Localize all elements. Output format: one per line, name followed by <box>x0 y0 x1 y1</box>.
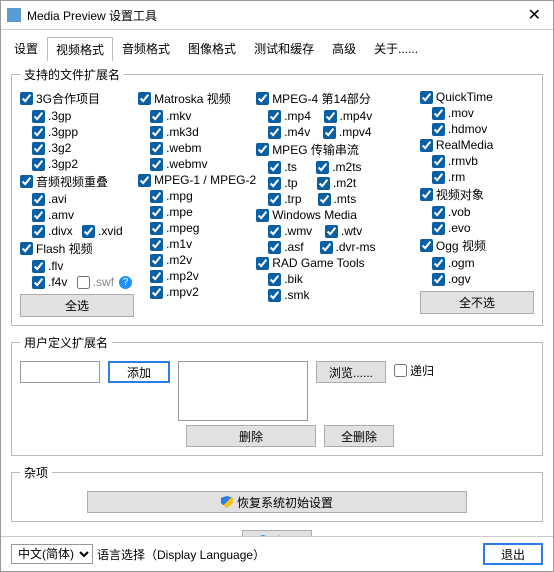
chk-ogm[interactable]: .ogm <box>432 255 534 271</box>
user-ext-input[interactable] <box>20 361 100 383</box>
chk-amv[interactable]: .amv <box>32 207 134 223</box>
chk-mpg[interactable]: .mpg <box>150 188 252 204</box>
chk-3g[interactable]: 3G合作项目 <box>20 89 134 108</box>
chk-mpe[interactable]: .mpe <box>150 204 252 220</box>
chk-ogv[interactable]: .ogv <box>432 271 534 287</box>
chk-m2t[interactable] <box>317 177 330 190</box>
chk-avi[interactable]: .avi <box>32 191 134 207</box>
app-title: Media Preview 设置工具 <box>27 7 157 24</box>
chk-3gp[interactable]: .3gp <box>32 108 134 124</box>
titlebar: Media Preview 设置工具 ✕ <box>1 1 553 30</box>
chk-flv[interactable]: .flv <box>32 258 134 274</box>
chk-mp4[interactable] <box>268 110 281 123</box>
group-misc: 杂项 恢复系统初始设置 <box>11 464 543 522</box>
chk-matroska[interactable]: Matroska 视频 <box>138 89 252 108</box>
chk-webm[interactable]: .webm <box>150 140 252 156</box>
group-supported: 支持的文件扩展名 3G合作项目 .3gp .3gpp .3g2 .3gp2 音频… <box>11 66 543 326</box>
tab-video[interactable]: 视频格式 <box>47 37 113 61</box>
user-list[interactable] <box>178 361 308 421</box>
exit-button[interactable]: 退出 <box>483 543 543 565</box>
tab-settings[interactable]: 设置 <box>5 36 47 60</box>
deselect-all-button[interactable]: 全不选 <box>420 291 534 314</box>
chk-wmv[interactable] <box>268 225 281 238</box>
content: 支持的文件扩展名 3G合作项目 .3gp .3gpp .3g2 .3gp2 音频… <box>1 60 553 536</box>
chk-dvrms[interactable] <box>320 241 333 254</box>
close-icon[interactable]: ✕ <box>522 5 547 25</box>
chk-mpv4[interactable] <box>323 126 336 139</box>
chk-rmvb[interactable]: .rmvb <box>432 153 534 169</box>
browse-button[interactable]: 浏览...... <box>316 361 386 383</box>
chk-realmedia[interactable]: RealMedia <box>420 137 534 153</box>
chk-asf[interactable] <box>268 241 281 254</box>
chk-hdmov[interactable]: .hdmov <box>432 121 534 137</box>
tab-test-cache[interactable]: 测试和缓存 <box>245 36 323 60</box>
chk-3gpp[interactable]: .3gpp <box>32 124 134 140</box>
chk-3g2[interactable]: .3g2 <box>32 140 134 156</box>
chk-3gp2[interactable]: .3gp2 <box>32 156 134 172</box>
chk-vob[interactable]: .vob <box>432 204 534 220</box>
chk-rad[interactable]: RAD Game Tools <box>256 255 416 271</box>
chk-trp[interactable] <box>268 193 281 206</box>
footer: 中文(简体) 语言选择（Display Language） 退出 <box>1 536 553 571</box>
chk-mp4v[interactable] <box>324 110 337 123</box>
language-select[interactable]: 中文(简体) <box>11 544 93 564</box>
tab-about[interactable]: 关于...... <box>365 36 427 60</box>
add-button[interactable]: 添加 <box>108 361 170 383</box>
restore-defaults-button[interactable]: 恢复系统初始设置 <box>87 491 467 513</box>
chk-quicktime[interactable]: QuickTime <box>420 89 534 105</box>
chk-tp[interactable] <box>268 177 281 190</box>
tab-advanced[interactable]: 高级 <box>323 36 365 60</box>
chk-m4v[interactable] <box>268 126 281 139</box>
chk-mkv[interactable]: .mkv <box>150 108 252 124</box>
chk-avi-overlay[interactable]: 音频视频重叠 <box>20 172 134 191</box>
app-icon <box>7 8 21 22</box>
chk-videoobject[interactable]: 视频对象 <box>420 185 534 204</box>
help-icon[interactable]: ? <box>119 276 132 289</box>
chk-mts[interactable] <box>318 193 331 206</box>
chk-webmv[interactable]: .webmv <box>150 156 252 172</box>
chk-mpv2[interactable]: .mpv2 <box>150 284 252 300</box>
user-legend: 用户定义扩展名 <box>20 334 112 351</box>
chk-swf[interactable] <box>77 276 90 289</box>
supported-legend: 支持的文件扩展名 <box>20 66 124 83</box>
select-all-button[interactable]: 全选 <box>20 294 134 317</box>
chk-windowsmedia[interactable]: Windows Media <box>256 207 416 223</box>
chk-mov[interactable]: .mov <box>432 105 534 121</box>
misc-legend: 杂项 <box>20 464 52 481</box>
chk-mpegts[interactable]: MPEG 传输串流 <box>256 140 416 159</box>
chk-mp2v[interactable]: .mp2v <box>150 268 252 284</box>
col-2: Matroska 视频 .mkv .mk3d .webm .webmv MPEG… <box>138 89 252 317</box>
chk-wtv[interactable] <box>325 225 338 238</box>
chk-flash[interactable]: Flash 视频 <box>20 239 134 258</box>
col-3: MPEG-4 第14部分 .mp4 .mp4v .m4v .mpv4 MPEG … <box>256 89 416 317</box>
chk-mpeg[interactable]: .mpeg <box>150 220 252 236</box>
chk-rm[interactable]: .rm <box>432 169 534 185</box>
chk-recurse[interactable]: 递归 <box>394 361 434 380</box>
delete-all-button[interactable]: 全删除 <box>324 425 394 447</box>
shield-icon <box>221 496 233 508</box>
chk-m2v[interactable]: .m2v <box>150 252 252 268</box>
chk-mpeg4[interactable]: MPEG-4 第14部分 <box>256 89 416 108</box>
chk-m2ts[interactable] <box>316 161 329 174</box>
language-label: 语言选择（Display Language） <box>97 546 265 563</box>
tab-row: 设置 视频格式 音频格式 图像格式 测试和缓存 高级 关于...... <box>1 30 553 60</box>
col-1: 3G合作项目 .3gp .3gpp .3g2 .3gp2 音频视频重叠 .avi… <box>20 89 134 317</box>
group-user: 用户定义扩展名 添加 浏览...... 递归 删除 全删除 <box>11 334 543 456</box>
chk-m1v[interactable]: .m1v <box>150 236 252 252</box>
chk-bik[interactable]: .bik <box>268 271 416 287</box>
chk-evo[interactable]: .evo <box>432 220 534 236</box>
chk-ts[interactable] <box>268 161 281 174</box>
chk-xvid[interactable] <box>82 225 95 238</box>
chk-ogg[interactable]: Ogg 视频 <box>420 236 534 255</box>
delete-button[interactable]: 删除 <box>186 425 316 447</box>
tab-audio[interactable]: 音频格式 <box>113 36 179 60</box>
chk-divx[interactable] <box>32 225 45 238</box>
chk-smk[interactable]: .smk <box>268 287 416 303</box>
chk-mpeg12[interactable]: MPEG-1 / MPEG-2 <box>138 172 252 188</box>
tab-image[interactable]: 图像格式 <box>179 36 245 60</box>
chk-mk3d[interactable]: .mk3d <box>150 124 252 140</box>
col-4: QuickTime .mov .hdmov RealMedia .rmvb .r… <box>420 89 534 317</box>
chk-f4v[interactable] <box>32 276 45 289</box>
